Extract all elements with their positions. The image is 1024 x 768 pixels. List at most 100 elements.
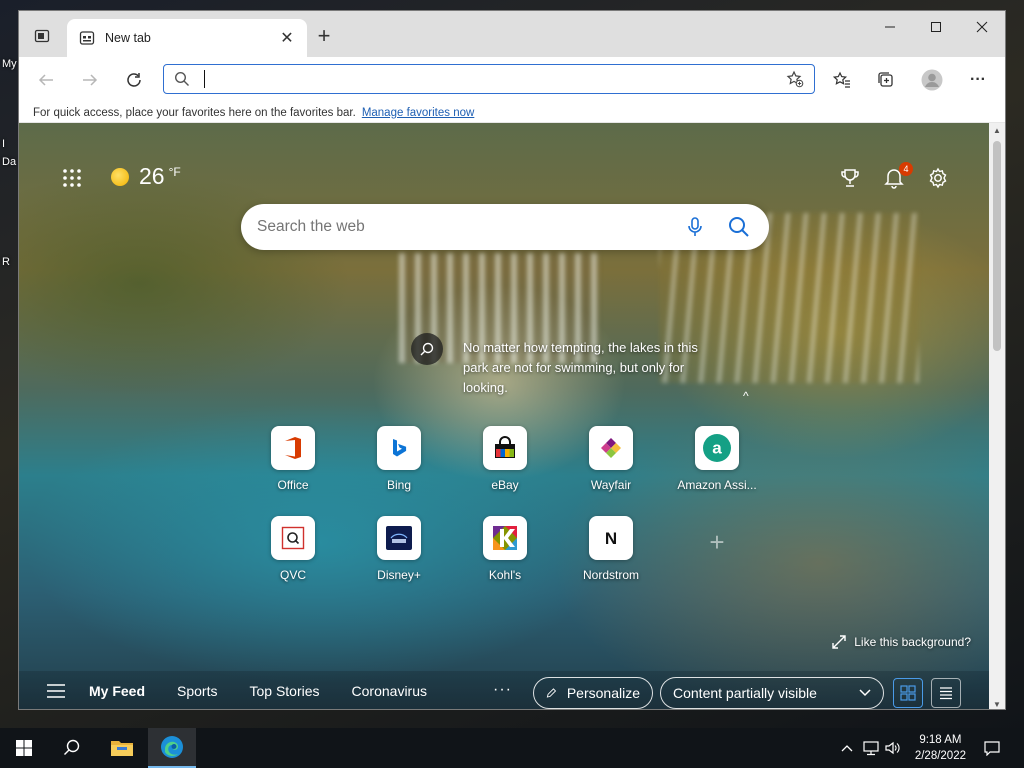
- notification-center-button[interactable]: [982, 740, 1002, 756]
- svg-text:N: N: [605, 529, 617, 548]
- tab-top-stories[interactable]: Top Stories: [249, 683, 319, 699]
- page-settings-button[interactable]: [925, 165, 951, 191]
- grid-view-button[interactable]: [893, 678, 923, 708]
- arrow-left-icon: [38, 74, 53, 86]
- search-submit-button[interactable]: [725, 213, 753, 241]
- sunny-weather-icon: [111, 167, 129, 186]
- show-hidden-icons-button[interactable]: [838, 740, 856, 756]
- quick-link-ebay[interactable]: eBay: [457, 426, 553, 492]
- page-scrollbar[interactable]: ▲ ▼: [989, 123, 1005, 709]
- scrollbar-thumb[interactable]: [993, 141, 1001, 351]
- background-info-button[interactable]: [411, 333, 443, 365]
- quick-link-bing[interactable]: Bing: [351, 426, 447, 492]
- address-bar[interactable]: [163, 64, 815, 94]
- hamburger-menu-icon[interactable]: [47, 684, 65, 698]
- app-launcher-button[interactable]: [61, 167, 83, 189]
- quick-link-kohls[interactable]: Kohl's: [457, 516, 553, 582]
- desktop-icon-label[interactable]: R: [2, 256, 10, 268]
- add-quick-link-button[interactable]: +: [695, 520, 739, 564]
- clock-date: 2/28/2022: [914, 750, 966, 762]
- scroll-down-arrow-icon[interactable]: ▼: [989, 697, 1005, 709]
- address-input[interactable]: [204, 70, 786, 88]
- desktop-icon-label[interactable]: My: [2, 58, 17, 70]
- notifications-button[interactable]: 4: [881, 162, 913, 191]
- like-background-button[interactable]: Like this background?: [832, 635, 971, 649]
- start-button[interactable]: [0, 728, 48, 768]
- quick-link-label: Amazon Assi...: [677, 478, 757, 492]
- tab-actions-button[interactable]: [25, 23, 59, 49]
- tab-my-feed[interactable]: My Feed: [89, 683, 145, 699]
- manage-favorites-link[interactable]: Manage favorites now: [362, 107, 475, 119]
- quick-link-disney-plus[interactable]: Disney+: [351, 516, 447, 582]
- quick-link-office[interactable]: Office: [245, 426, 341, 492]
- avatar-icon: [921, 69, 943, 91]
- quick-link-nordstrom[interactable]: N Nordstrom: [563, 516, 659, 582]
- search-icon: [174, 71, 189, 86]
- expand-icon: [832, 635, 846, 649]
- desktop-icon-label[interactable]: I: [2, 138, 5, 150]
- quick-link-label: Nordstrom: [582, 568, 639, 582]
- rewards-button[interactable]: [837, 165, 863, 191]
- volume-button[interactable]: [884, 740, 902, 756]
- arrow-right-icon: [83, 74, 98, 86]
- settings-and-more-button[interactable]: ···: [963, 66, 993, 94]
- search-icon: [729, 217, 749, 237]
- refresh-button[interactable]: [119, 66, 149, 94]
- back-button[interactable]: [31, 66, 61, 94]
- trophy-icon: [841, 169, 859, 187]
- file-explorer-button[interactable]: [98, 728, 146, 768]
- qvc-icon: [271, 516, 315, 560]
- bing-icon: [377, 426, 421, 470]
- new-tab-button[interactable]: +: [311, 23, 337, 49]
- minimize-button[interactable]: [867, 11, 913, 43]
- feed-more-button[interactable]: ···: [493, 681, 512, 699]
- maximize-button[interactable]: [913, 11, 959, 43]
- disney-plus-icon: [377, 516, 421, 560]
- taskbar-search-button[interactable]: [48, 728, 96, 768]
- refresh-icon: [127, 73, 141, 87]
- clock-time: 9:18 AM: [919, 734, 962, 746]
- temperature-value: 26: [139, 163, 165, 189]
- tab-close-button[interactable]: ✕: [277, 28, 297, 48]
- desktop-icon-label[interactable]: Da: [2, 156, 16, 168]
- personalize-button[interactable]: Personalize: [533, 677, 653, 709]
- tab-coronavirus[interactable]: Coronavirus: [352, 683, 427, 699]
- web-search-box[interactable]: [241, 204, 769, 250]
- grid-layout-icon: [900, 685, 916, 701]
- web-search-input[interactable]: [257, 218, 665, 236]
- tab-sports[interactable]: Sports: [177, 683, 217, 699]
- ebay-icon: [483, 426, 527, 470]
- quick-link-qvc[interactable]: QVC: [245, 516, 341, 582]
- add-favorite-icon[interactable]: [786, 70, 804, 88]
- quick-link-amazon[interactable]: a Amazon Assi...: [669, 426, 765, 492]
- kohls-icon: [483, 516, 527, 560]
- quick-link-wayfair[interactable]: Wayfair: [563, 426, 659, 492]
- maximize-icon: [931, 22, 941, 32]
- favorites-button[interactable]: [827, 66, 857, 94]
- grid-icon: [63, 169, 81, 187]
- network-button[interactable]: [862, 740, 880, 756]
- collections-button[interactable]: [871, 66, 901, 94]
- profile-button[interactable]: [917, 66, 947, 94]
- close-window-button[interactable]: [959, 11, 1005, 43]
- scroll-up-arrow-icon[interactable]: ▲: [989, 123, 1005, 137]
- voice-search-button[interactable]: [681, 213, 709, 241]
- content-visibility-dropdown[interactable]: Content partially visible: [660, 677, 884, 709]
- office-icon: [271, 426, 315, 470]
- list-layout-icon: [940, 687, 952, 700]
- quick-link-label: Office: [277, 478, 309, 492]
- list-view-button[interactable]: [931, 678, 961, 708]
- personalize-label: Personalize: [566, 685, 640, 701]
- taskbar-clock[interactable]: 9:18 AM 2/28/2022: [915, 732, 966, 764]
- collapse-caption-button[interactable]: ^: [743, 389, 749, 403]
- tab-title: New tab: [105, 31, 151, 45]
- new-tab-page-icon: [79, 30, 95, 46]
- tab-new-tab[interactable]: New tab ✕: [67, 19, 307, 57]
- amazon-icon: a: [695, 426, 739, 470]
- close-icon: [976, 21, 988, 33]
- edge-taskbar-button[interactable]: [148, 728, 196, 768]
- weather-widget[interactable]: 26 °F: [111, 163, 181, 190]
- forward-button[interactable]: [75, 66, 105, 94]
- favorites-bar: For quick access, place your favorites h…: [19, 103, 1005, 123]
- background-caption[interactable]: No matter how tempting, the lakes in thi…: [463, 338, 723, 398]
